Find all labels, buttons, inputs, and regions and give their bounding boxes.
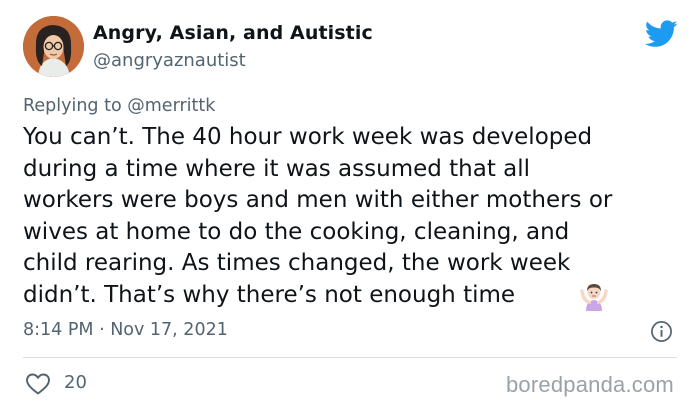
person-shrugging-emoji-icon [579, 281, 609, 311]
twitter-bird-icon[interactable] [645, 20, 678, 48]
divider [23, 357, 677, 358]
info-icon[interactable] [650, 320, 673, 343]
reply-mention-link[interactable]: @merrittk [127, 96, 215, 116]
watermark: boredpanda.com [506, 372, 674, 397]
replying-prefix: Replying to [23, 96, 122, 116]
author-display-name[interactable]: Angry, Asian, and Autistic [93, 22, 373, 44]
author-handle[interactable]: @angryaznautist [93, 50, 246, 71]
tweet-timestamp[interactable]: 8:14 PM · Nov 17, 2021 [23, 320, 228, 340]
replying-to-line: Replying to @merrittk [23, 96, 215, 116]
heart-icon[interactable] [25, 372, 51, 396]
tweet-card: Angry, Asian, and Autistic @angryaznauti… [0, 0, 700, 410]
like-count: 20 [64, 372, 87, 393]
avatar[interactable] [23, 16, 84, 77]
